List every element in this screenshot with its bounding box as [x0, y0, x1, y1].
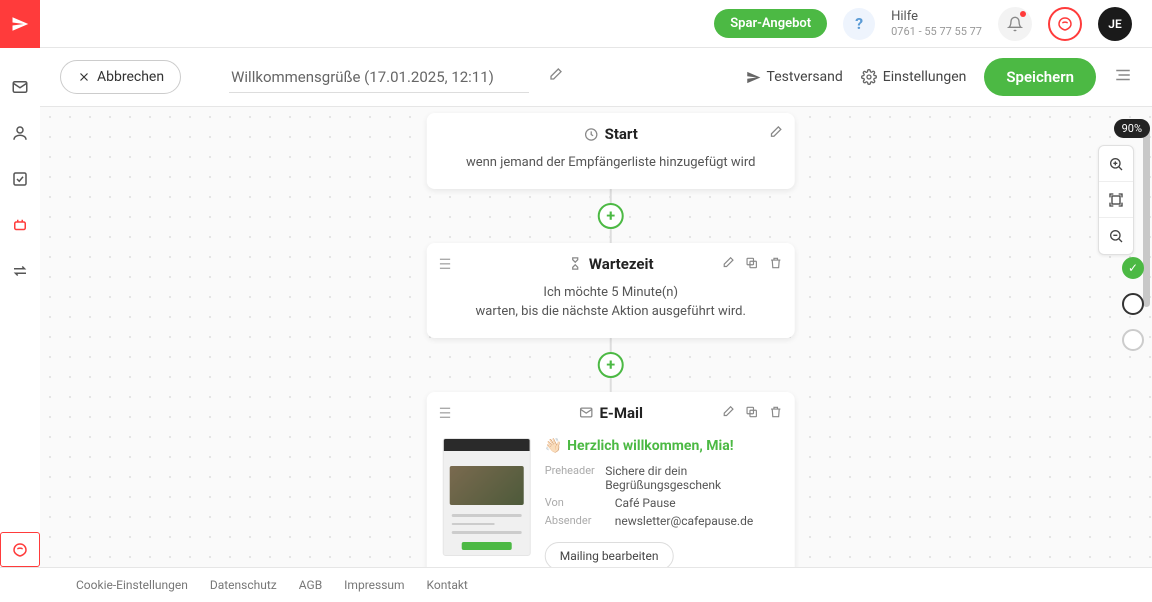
email-icon — [578, 405, 593, 420]
cancel-button[interactable]: Abbrechen — [60, 60, 181, 94]
sender-value: newsletter@cafepause.de — [615, 514, 753, 528]
help-phone: 0761 - 55 77 55 77 — [891, 25, 982, 38]
help-label: Hilfe — [891, 9, 982, 25]
delete-icon[interactable] — [769, 404, 783, 423]
save-button[interactable]: Speichern — [984, 58, 1096, 96]
help-icon[interactable]: ? — [843, 8, 875, 40]
step-3[interactable] — [1122, 329, 1144, 351]
user-avatar[interactable]: JE — [1098, 7, 1132, 41]
hourglass-icon — [568, 256, 583, 271]
editor-header: Abbrechen Testversand Einstellungen Spei… — [40, 48, 1152, 107]
wizard-stepper: ✓ — [1122, 257, 1144, 351]
automation-flow: Start wenn jemand der Empfängerliste hin… — [427, 113, 795, 567]
nav-contacts-icon[interactable] — [11, 124, 29, 142]
sender-label: Absender — [545, 514, 615, 528]
wait-line1: Ich möchte 5 Minute(n) — [445, 283, 777, 303]
nav-mail-icon[interactable] — [11, 78, 29, 96]
footer-cookie-link[interactable]: Cookie-Einstellungen — [76, 578, 188, 592]
copy-icon[interactable] — [745, 404, 759, 423]
edit-icon[interactable] — [721, 255, 735, 274]
topbar: Spar-Angebot ? Hilfe 0761 - 55 77 55 77 … — [40, 0, 1152, 48]
panel-toggle-icon[interactable] — [1114, 66, 1132, 88]
preheader-label: Preheader — [545, 464, 605, 492]
footer-agb-link[interactable]: AGB — [299, 578, 322, 592]
cancel-label: Abbrechen — [97, 69, 164, 85]
drag-handle-icon[interactable]: ☰ — [439, 406, 452, 422]
from-label: Von — [545, 496, 615, 510]
preheader-value: Sichere dir dein Begrüßungsgeschenk — [605, 464, 779, 492]
support-button[interactable] — [1048, 7, 1082, 41]
settings-button[interactable]: Einstellungen — [861, 69, 967, 85]
promo-button[interactable]: Spar-Angebot — [714, 9, 827, 38]
start-node[interactable]: Start wenn jemand der Empfängerliste hin… — [427, 113, 795, 189]
edit-icon[interactable] — [721, 404, 735, 423]
testversand-button[interactable]: Testversand — [746, 69, 843, 85]
delete-icon[interactable] — [769, 255, 783, 274]
zoom-out-button[interactable] — [1099, 218, 1133, 254]
nav-transfer-icon[interactable] — [11, 262, 29, 280]
wait-node[interactable]: ☰ Wartezeit Ich möchte 5 Minute(n) warte… — [427, 243, 795, 338]
canvas-scrollbar[interactable] — [1143, 127, 1150, 307]
edit-icon[interactable] — [768, 125, 783, 144]
step-2[interactable] — [1122, 293, 1144, 315]
edit-title-icon[interactable] — [547, 67, 563, 87]
wait-title: Wartezeit — [589, 255, 654, 273]
footer: Cookie-Einstellungen Datenschutz AGB Imp… — [0, 567, 1152, 602]
clock-icon — [584, 127, 599, 142]
footer-impressum-link[interactable]: Impressum — [344, 578, 404, 592]
add-step-button[interactable]: + — [598, 203, 624, 229]
start-title: Start — [605, 125, 638, 143]
automation-canvas[interactable]: 90% Start wenn jemand der Empfängerliste… — [40, 107, 1152, 567]
footer-kontakt-link[interactable]: Kontakt — [427, 578, 468, 592]
zoom-level-badge: 90% — [1114, 119, 1150, 138]
drag-handle-icon[interactable]: ☰ — [439, 257, 452, 273]
notifications-button[interactable] — [998, 7, 1032, 41]
step-1-complete[interactable]: ✓ — [1122, 257, 1144, 279]
settings-label: Einstellungen — [883, 69, 967, 85]
copy-icon[interactable] — [745, 255, 759, 274]
zoom-fit-button[interactable] — [1099, 182, 1133, 218]
from-value: Café Pause — [615, 496, 676, 510]
email-subject: 👋🏻 Herzlich willkommen, Mia! — [545, 438, 779, 454]
email-node[interactable]: ☰ E-Mail — [427, 392, 795, 568]
zoom-in-button[interactable] — [1099, 146, 1133, 182]
testversand-label: Testversand — [767, 69, 843, 85]
add-step-button[interactable]: + — [598, 352, 624, 378]
nav-automation-icon[interactable] — [11, 216, 29, 234]
zoom-toolbar — [1098, 145, 1134, 255]
wait-line2: warten, bis die nächste Aktion ausgeführ… — [445, 302, 777, 322]
edit-mailing-button[interactable]: Mailing bearbeiten — [545, 542, 674, 568]
email-title: E-Mail — [599, 404, 642, 422]
wave-icon: 👋🏻 — [545, 438, 562, 454]
main-nav — [0, 48, 40, 567]
start-desc: wenn jemand der Empfängerliste hinzugefü… — [427, 147, 795, 189]
help-info: Hilfe 0761 - 55 77 55 77 — [891, 9, 982, 38]
floating-support-button[interactable] — [0, 532, 40, 567]
nav-forms-icon[interactable] — [11, 170, 29, 188]
app-logo[interactable] — [0, 0, 40, 48]
email-preview-thumbnail[interactable] — [443, 438, 531, 556]
automation-title-input[interactable] — [229, 62, 529, 93]
footer-datenschutz-link[interactable]: Datenschutz — [210, 578, 277, 592]
